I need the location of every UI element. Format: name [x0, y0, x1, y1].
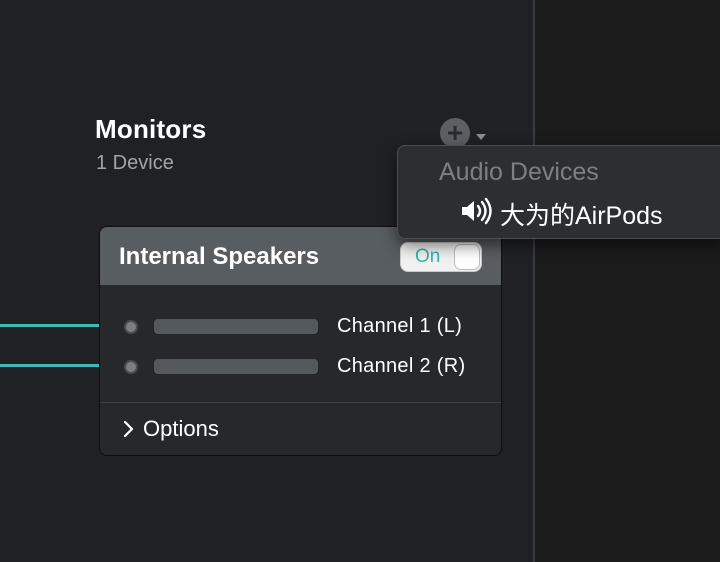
device-count: 1 Device	[96, 152, 174, 174]
chevron-down-icon	[476, 134, 486, 140]
speaker-icon	[462, 197, 492, 225]
toggle-label: On	[415, 246, 441, 267]
toggle-knob	[454, 244, 480, 270]
channel-1-label: Channel 1 (L)	[337, 315, 463, 337]
audio-devices-menu: Audio Devices 大为的AirPods	[397, 145, 720, 239]
card-divider	[100, 402, 501, 403]
menu-header: Audio Devices	[439, 158, 599, 186]
channel-row: Channel 1 (L)	[100, 315, 501, 339]
channel-2-label: Channel 2 (R)	[337, 355, 466, 377]
channel-2-input-dot[interactable]	[124, 360, 138, 374]
options-label: Options	[143, 416, 219, 441]
channel-2-level-meter	[154, 359, 318, 374]
channel-1-level-meter	[154, 319, 318, 334]
chevron-right-icon	[123, 420, 134, 438]
section-title: Monitors	[95, 114, 207, 144]
right-pane	[535, 0, 720, 562]
channel-row: Channel 2 (R)	[100, 355, 501, 379]
menu-item-label: 大为的AirPods	[500, 202, 663, 230]
channel-1-input-dot[interactable]	[124, 320, 138, 334]
device-toggle[interactable]: On	[400, 242, 482, 272]
device-name: Internal Speakers	[119, 243, 320, 270]
device-card: Internal Speakers On Channel 1 (L) Chann…	[99, 226, 502, 456]
plus-circle-icon: +	[440, 118, 470, 148]
menu-item-airpods[interactable]: 大为的AirPods	[460, 195, 710, 230]
